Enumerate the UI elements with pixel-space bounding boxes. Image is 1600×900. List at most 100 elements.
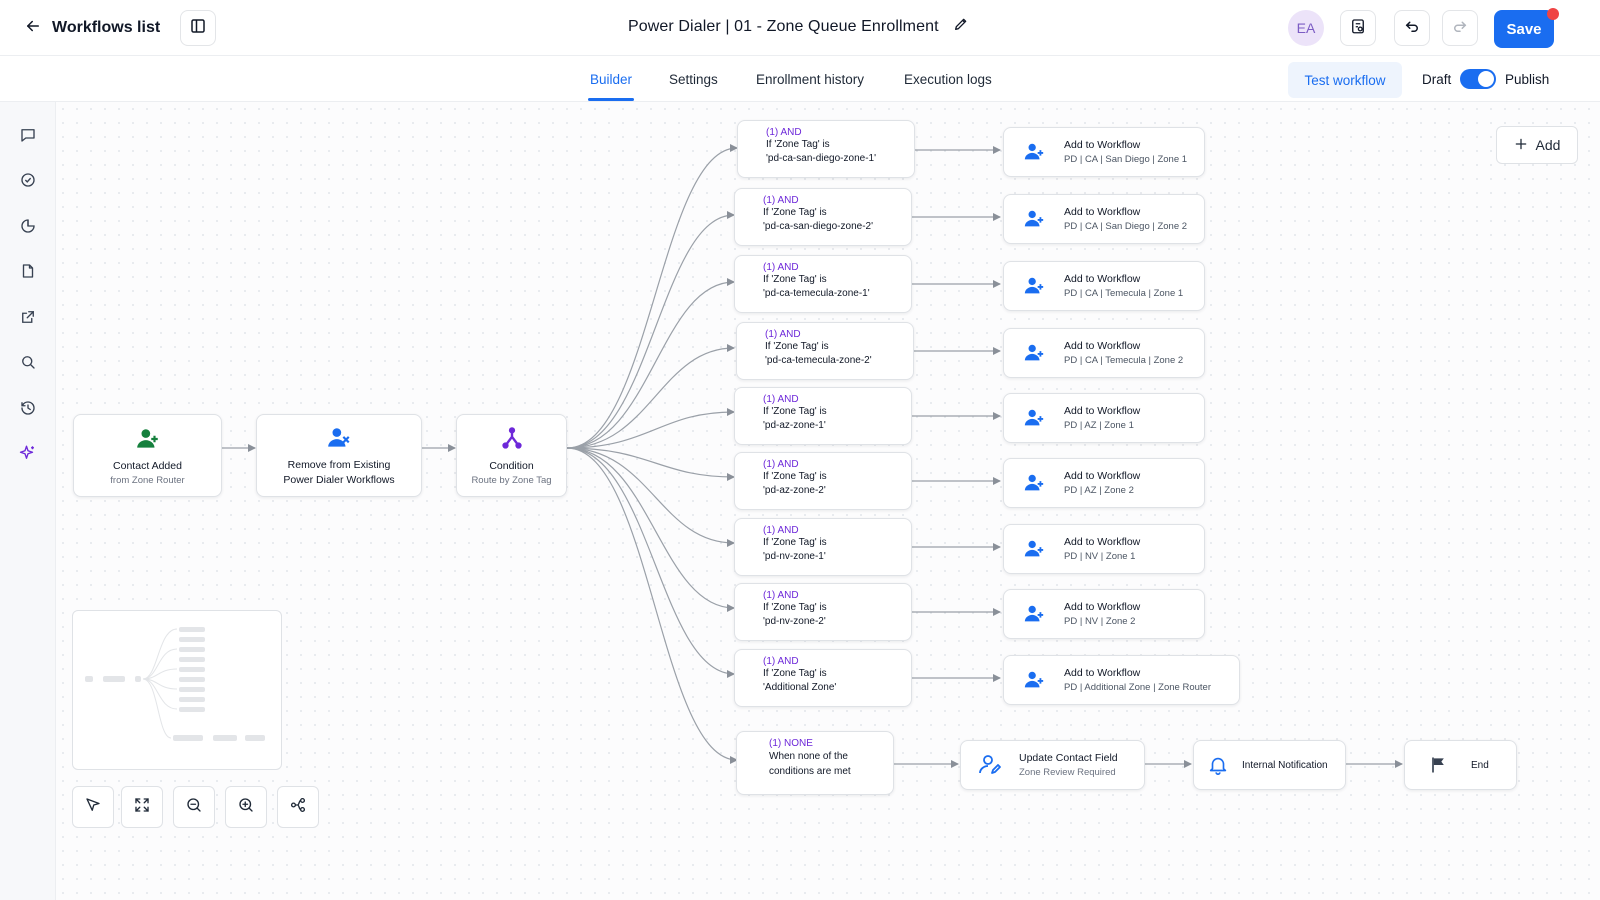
tab-bar: Builder Settings Enrollment history Exec… [0, 56, 1600, 102]
clipboard-check-icon [1349, 17, 1367, 40]
zoom-in-button[interactable] [225, 786, 267, 828]
branch-tag: (1) AND [763, 656, 799, 667]
plus-icon [1514, 137, 1528, 154]
branch-line2: 'pd-ca-san-diego-zone-1' [766, 152, 876, 164]
action-title: Add to Workflow [1064, 470, 1141, 482]
branch-tag: (1) AND [763, 262, 799, 273]
branch-tag: (1) AND [763, 525, 799, 536]
update-contact-field-node[interactable]: Update Contact Field Zone Review Required [960, 740, 1145, 790]
branch-tag: (1) AND [766, 127, 802, 138]
chat-icon[interactable] [17, 124, 39, 146]
user-add-icon [1004, 669, 1064, 691]
branch-line1: If 'Zone Tag' is [765, 341, 829, 352]
none-branch-node[interactable]: (1) NONE When none of the conditions are… [736, 731, 894, 795]
remove-node[interactable]: Remove from Existing Power Dialer Workfl… [256, 414, 422, 497]
fit-view-button[interactable] [121, 786, 163, 828]
add-to-workflow-node[interactable]: Add to Workflow PD | Additional Zone | Zo… [1003, 655, 1240, 705]
branch-node[interactable]: (1) AND If 'Zone Tag' is 'pd-az-zone-1' [734, 387, 912, 445]
user-add-icon [1004, 342, 1064, 364]
arrow-left-icon [24, 17, 42, 40]
sidebar-panel-icon [189, 17, 207, 40]
action-subtitle: PD | Additional Zone | Zone Router [1064, 682, 1211, 693]
edit-title-icon[interactable] [953, 16, 969, 37]
trigger-subtitle: from Zone Router [110, 474, 185, 486]
branch-tag: (1) AND [763, 394, 799, 405]
action-title: Add to Workflow [1064, 206, 1141, 218]
save-button[interactable]: Save [1494, 10, 1554, 48]
add-to-workflow-node[interactable]: Add to Workflow PD | AZ | Zone 2 [1003, 458, 1205, 508]
add-to-workflow-node[interactable]: Add to Workflow PD | CA | San Diego | Zon… [1003, 194, 1205, 244]
history-icon[interactable] [17, 397, 39, 419]
branch-node[interactable]: (1) AND If 'Zone Tag' is 'pd-ca-temecula… [734, 255, 912, 313]
tab-enrollment-history[interactable]: Enrollment history [756, 72, 864, 87]
zoom-out-button[interactable] [173, 786, 215, 828]
auto-layout-button[interactable] [277, 786, 319, 828]
tab-settings[interactable]: Settings [669, 72, 718, 87]
search-icon[interactable] [17, 351, 39, 373]
notification-title: Internal Notification [1242, 759, 1328, 771]
logs-button[interactable] [1340, 10, 1376, 46]
action-title: Add to Workflow [1064, 340, 1141, 352]
branch-node[interactable]: (1) AND If 'Zone Tag' is 'pd-nv-zone-1' [734, 518, 912, 576]
action-subtitle: PD | CA | San Diego | Zone 1 [1064, 154, 1188, 165]
branch-line1: If 'Zone Tag' is [763, 537, 827, 548]
tab-builder[interactable]: Builder [590, 72, 632, 87]
add-to-workflow-node[interactable]: Add to Workflow PD | NV | Zone 2 [1003, 589, 1205, 639]
sparkles-icon[interactable] [17, 442, 39, 464]
top-header: Workflows list Power Dialer | 01 - Zone … [0, 0, 1600, 56]
branch-node[interactable]: (1) AND If 'Zone Tag' is 'pd-ca-san-dieg… [737, 120, 915, 178]
add-to-workflow-node[interactable]: Add to Workflow PD | CA | Temecula | Zone… [1003, 261, 1205, 311]
end-node[interactable]: End [1404, 740, 1517, 790]
branch-line2: 'pd-az-zone-2' [763, 484, 826, 496]
add-to-workflow-node[interactable]: Add to Workflow PD | NV | Zone 1 [1003, 524, 1205, 574]
action-title: Add to Workflow [1064, 536, 1141, 548]
branch-line2: 'pd-nv-zone-1' [763, 550, 826, 562]
user-avatar[interactable]: EA [1288, 10, 1324, 46]
branch-node[interactable]: (1) AND If 'Zone Tag' is 'pd-ca-san-dieg… [734, 188, 912, 246]
minimap[interactable] [72, 610, 282, 770]
branch-node[interactable]: (1) AND If 'Zone Tag' is 'pd-ca-temecula… [736, 322, 914, 380]
update-field-subtitle: Zone Review Required [1019, 767, 1116, 778]
add-to-workflow-node[interactable]: Add to Workflow PD | CA | San Diego | Zon… [1003, 127, 1205, 177]
condition-node[interactable]: Condition Route by Zone Tag [456, 414, 567, 497]
flag-icon [1405, 755, 1471, 775]
action-title: Add to Workflow [1064, 667, 1141, 679]
user-add-icon [1004, 407, 1064, 429]
action-subtitle: PD | CA | Temecula | Zone 1 [1064, 288, 1184, 299]
trigger-node[interactable]: Contact Added from Zone Router [73, 414, 222, 497]
active-tab-indicator [588, 98, 634, 101]
add-to-workflow-node[interactable]: Add to Workflow PD | CA | Temecula | Zone… [1003, 328, 1205, 378]
add-label: Add [1535, 137, 1561, 153]
branch-line1: If 'Zone Tag' is [763, 668, 827, 679]
document-icon[interactable] [17, 260, 39, 282]
draft-label: Draft [1422, 72, 1452, 87]
branch-line2: 'pd-az-zone-1' [763, 419, 826, 431]
branch-tag: (1) AND [765, 329, 801, 340]
select-tool-button[interactable] [72, 786, 114, 828]
branch-line1: If 'Zone Tag' is [766, 139, 830, 150]
condition-subtitle: Route by Zone Tag [471, 474, 552, 486]
external-link-icon[interactable] [17, 306, 39, 328]
publish-toggle[interactable] [1460, 69, 1496, 89]
add-to-workflow-node[interactable]: Add to Workflow PD | AZ | Zone 1 [1003, 393, 1205, 443]
pie-chart-icon[interactable] [17, 215, 39, 237]
action-subtitle: PD | NV | Zone 1 [1064, 551, 1136, 562]
undo-button[interactable] [1394, 10, 1430, 46]
user-add-icon [1004, 275, 1064, 297]
toggle-panel-button[interactable] [180, 10, 216, 46]
branch-node[interactable]: (1) AND If 'Zone Tag' is 'pd-nv-zone-2' [734, 583, 912, 641]
none-branch-line1: When none of the [769, 751, 848, 762]
undo-icon [1403, 17, 1421, 40]
add-node-button[interactable]: Add [1496, 126, 1578, 164]
back-to-workflows-link[interactable]: Workflows list [24, 14, 160, 42]
user-plus-icon [135, 426, 161, 457]
test-workflow-button[interactable]: Test workflow [1288, 62, 1402, 98]
branch-node[interactable]: (1) AND If 'Zone Tag' is 'Additional Zon… [734, 649, 912, 707]
redo-button[interactable] [1442, 10, 1478, 46]
tab-execution-logs[interactable]: Execution logs [904, 72, 992, 87]
check-circle-icon[interactable] [17, 169, 39, 191]
none-branch-line2: conditions are met [769, 766, 851, 777]
internal-notification-node[interactable]: Internal Notification [1193, 740, 1346, 790]
user-add-icon [1004, 472, 1064, 494]
branch-node[interactable]: (1) AND If 'Zone Tag' is 'pd-az-zone-2' [734, 452, 912, 510]
